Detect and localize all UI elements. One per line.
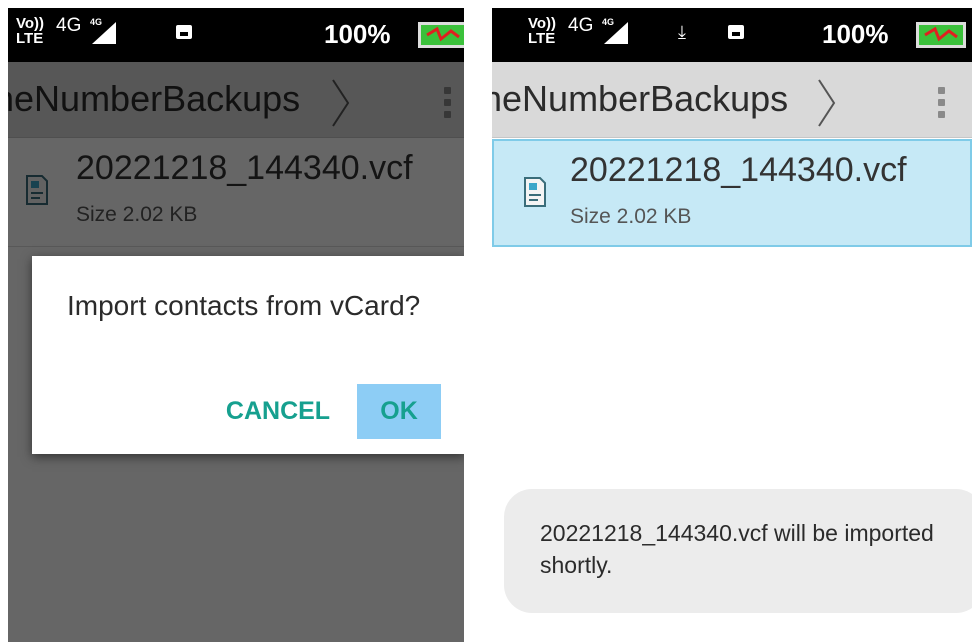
charging-bolt-icon — [426, 26, 460, 42]
overflow-menu-icon[interactable] — [926, 80, 956, 124]
ok-button[interactable]: OK — [357, 384, 441, 439]
signal-badge-text: 4G — [602, 17, 614, 27]
signal-icon: 4G — [90, 17, 116, 44]
status-bar: Vo)) LTE 4G 4G ⤓ 100% — [492, 8, 972, 62]
toast-message: 20221218_144340.vcf will be imported sho… — [540, 520, 934, 578]
volte-lte-icon: Vo)) LTE — [16, 15, 45, 47]
phone-screen-dialog: Vo)) LTE 4G 4G 100% neNumberBackups — [8, 8, 464, 642]
download-icon: ⤓ — [678, 22, 686, 42]
volte-lte-icon: Vo)) LTE — [528, 15, 557, 47]
import-vcard-dialog: Import contacts from vCard? CANCEL OK — [32, 256, 464, 454]
path-chevron-icon — [818, 79, 836, 127]
file-path-bar: neNumberBackups — [492, 62, 972, 138]
import-toast: 20221218_144340.vcf will be imported sho… — [504, 489, 972, 613]
dialog-message: Import contacts from vCard? — [67, 290, 421, 321]
cancel-button[interactable]: CANCEL — [210, 384, 346, 439]
file-name: 20221218_144340.vcf — [570, 151, 907, 189]
file-size: Size 2.02 KB — [570, 205, 692, 228]
vcard-file-icon — [524, 177, 546, 207]
network-type-label: 4G — [568, 15, 594, 36]
battery-percent: 100% — [822, 19, 889, 49]
battery-charging-icon — [418, 22, 464, 48]
gallery-icon — [728, 25, 744, 39]
status-bar: Vo)) LTE 4G 4G 100% — [8, 8, 464, 62]
signal-badge-text: 4G — [90, 17, 102, 27]
network-type-label: 4G — [56, 15, 82, 36]
signal-icon: 4G — [602, 17, 628, 44]
path-segment[interactable]: neNumberBackups — [492, 78, 788, 120]
file-list-item-selected[interactable]: 20221218_144340.vcf Size 2.02 KB — [492, 139, 972, 247]
battery-percent: 100% — [324, 19, 391, 49]
phone-screen-toast: Vo)) LTE 4G 4G ⤓ 100% neNumberBackups 20… — [492, 8, 972, 642]
battery-charging-icon — [916, 22, 966, 48]
gallery-icon — [176, 25, 192, 39]
charging-bolt-icon — [924, 26, 958, 42]
